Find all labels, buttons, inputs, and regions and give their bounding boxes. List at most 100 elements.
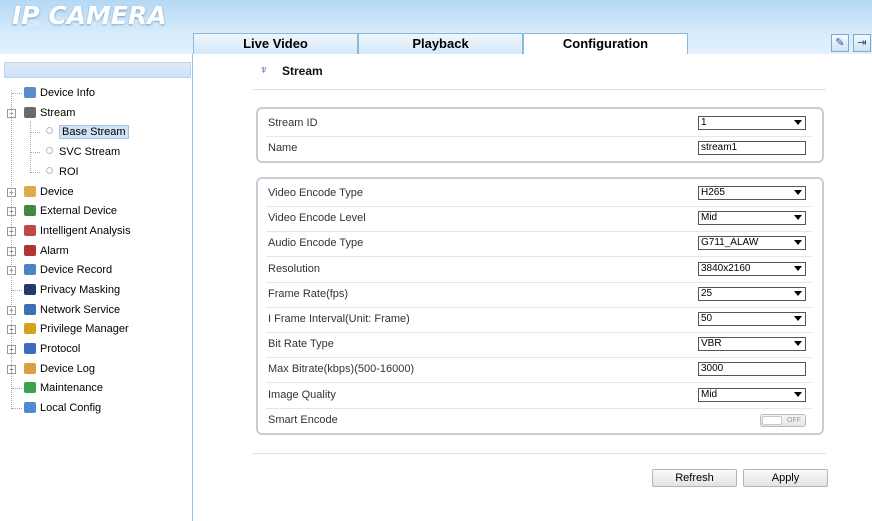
sidebar-item-label: Privilege Manager <box>40 323 129 335</box>
resolution-value: 3840x2160 <box>701 262 751 274</box>
stream-id-row: Stream ID 1 <box>266 111 812 137</box>
max-bitrate-kbps-500-16000-input[interactable]: 3000 <box>698 362 806 377</box>
video-encode-level-select[interactable]: Mid <box>698 211 806 226</box>
sidebar-item-external-device[interactable]: External Device <box>24 202 117 220</box>
audio-encode-type-select[interactable]: G711_ALAW <box>698 236 806 251</box>
title-divider <box>253 89 826 90</box>
sidebar-subitem-roi[interactable]: ROI <box>46 163 79 181</box>
frame-rate-fps-label: Frame Rate(fps) <box>268 287 349 300</box>
name-row: Name stream1 <box>266 136 812 161</box>
sidebar-item-label: Protocol <box>40 343 81 355</box>
tab-live-video[interactable]: Live Video <box>193 33 358 54</box>
sidebar-item-label: Device Info <box>40 87 96 99</box>
video-encode-type-select[interactable]: H265 <box>698 186 806 200</box>
edit-icon[interactable]: ✎ <box>831 34 849 52</box>
toggle-state: OFF <box>787 416 801 424</box>
sidebar-subitem-label: ROI <box>59 166 79 178</box>
sidebar-item-label: External Device <box>40 205 118 217</box>
resolution-label: Resolution <box>268 262 320 275</box>
encode-settings-panel: Video Encode Type H265 Video Encode Level M… <box>256 177 824 435</box>
privilege-manager-icon <box>24 323 36 334</box>
i-frame-interval-unit-frame-select[interactable]: 50 <box>698 312 806 326</box>
chevron-down-icon <box>794 265 802 271</box>
tree-connector <box>12 388 22 389</box>
name-value: stream1 <box>701 142 738 154</box>
i-frame-interval-unit-frame-value: 50 <box>701 313 713 324</box>
bit-rate-type-row: Bit Rate Type VBR <box>266 332 812 359</box>
sidebar-item-privilege-manager[interactable]: Privilege Manager <box>24 320 129 338</box>
chevron-down-icon <box>794 120 802 125</box>
smart-encode-toggle[interactable]: OFF <box>760 413 806 427</box>
chevron-down-icon <box>794 316 802 321</box>
sidebar-item-device[interactable]: Device <box>24 183 74 201</box>
page-title: Stream <box>282 64 323 78</box>
max-bitrate-kbps-500-16000-row: Max Bitrate(kbps)(500-16000) 3000 <box>266 357 812 384</box>
device-icon <box>24 186 36 197</box>
bit-rate-type-value: VBR <box>701 338 722 350</box>
logout-icon[interactable]: ⇥ <box>853 34 871 52</box>
sidebar-item-label: Privacy Masking <box>40 284 121 296</box>
sidebar-item-label: Stream <box>40 107 76 119</box>
sidebar-item-stream[interactable]: Stream <box>24 104 75 122</box>
header-bar: IP CAMERA IP CAMERA Live Video Playback … <box>0 0 872 54</box>
sidebar-item-device-record[interactable]: Device Record <box>24 261 112 279</box>
sidebar-item-label: Network Service <box>40 304 121 316</box>
sidebar-item-intelligent-analysis[interactable]: Intelligent Analysis <box>24 222 131 240</box>
video-encode-type-row: Video Encode Type H265 <box>266 181 812 207</box>
local-config-icon <box>24 402 36 413</box>
tab-playback[interactable]: Playback <box>358 33 523 54</box>
resolution-row: Resolution 3840x2160 <box>266 257 812 283</box>
sidebar-subitem-svc-stream[interactable]: SVC Stream <box>46 143 120 161</box>
video-encode-type-label: Video Encode Type <box>268 187 364 199</box>
name-input[interactable]: stream1 <box>698 141 806 156</box>
sidebar-subitem-label: Base Stream <box>59 125 129 139</box>
max-bitrate-kbps-500-16000-label: Max Bitrate(kbps)(500-16000) <box>268 363 415 376</box>
tree-connector <box>12 408 22 409</box>
bit-rate-type-label: Bit Rate Type <box>268 338 334 351</box>
tree-connector <box>12 93 22 94</box>
tree-connector <box>30 152 40 153</box>
video-encode-level-value: Mid <box>701 212 718 224</box>
sidebar-item-alarm[interactable]: Alarm <box>24 242 69 260</box>
smart-encode-row: Smart Encode OFF <box>266 408 812 433</box>
video-encode-type-value: H265 <box>701 187 725 198</box>
sidebar-item-protocol[interactable]: Protocol <box>24 340 80 358</box>
stream-id-label: Stream ID <box>268 117 318 129</box>
app-logo-reflection: IP CAMERA <box>12 14 167 28</box>
bullet-icon <box>46 167 53 174</box>
external-device-icon <box>24 205 36 216</box>
chevron-down-icon <box>794 290 802 296</box>
image-quality-select[interactable]: Mid <box>698 387 806 402</box>
audio-encode-type-row: Audio Encode Type G711_ALAW <box>266 231 812 258</box>
sidebar-item-privacy-masking[interactable]: Privacy Masking <box>24 281 120 299</box>
video-encode-level-label: Video Encode Level <box>268 212 366 225</box>
toggle-knob <box>762 415 782 425</box>
sidebar-item-device-log[interactable]: Device Log <box>24 360 95 378</box>
stream-id-value: 1 <box>701 117 707 128</box>
sidebar-subitem-base-stream[interactable]: Base Stream <box>46 123 129 141</box>
resolution-select[interactable]: 3840x2160 <box>698 261 806 276</box>
sidebar-item-device-info[interactable]: Device Info <box>24 84 95 102</box>
tree-connector <box>30 172 40 173</box>
device-log-icon <box>24 363 36 374</box>
sidebar-item-maintenance[interactable]: Maintenance <box>24 379 103 397</box>
intelligent-analysis-icon <box>24 225 36 236</box>
name-label: Name <box>268 142 298 155</box>
chevron-down-icon <box>794 215 802 221</box>
network-service-icon <box>24 304 36 315</box>
bit-rate-type-select[interactable]: VBR <box>698 337 806 352</box>
chevron-down-icon <box>794 341 802 347</box>
tree-connector <box>11 90 12 409</box>
sidebar-item-network-service[interactable]: Network Service <box>24 301 120 319</box>
device-info-icon <box>24 87 36 98</box>
sidebar-item-label: Maintenance <box>40 382 103 394</box>
apply-button[interactable]: Apply <box>743 469 828 487</box>
sidebar-item-local-config[interactable]: Local Config <box>24 399 101 417</box>
stream-id-select[interactable]: 1 <box>698 116 806 130</box>
frame-rate-fps-select[interactable]: 25 <box>698 286 806 301</box>
privacy-masking-icon <box>24 284 36 295</box>
refresh-button[interactable]: Refresh <box>652 469 737 487</box>
tab-configuration[interactable]: Configuration <box>523 33 688 54</box>
stream-id-panel: Stream ID 1 Name stream1 <box>256 107 824 163</box>
stream-icon <box>24 107 36 118</box>
